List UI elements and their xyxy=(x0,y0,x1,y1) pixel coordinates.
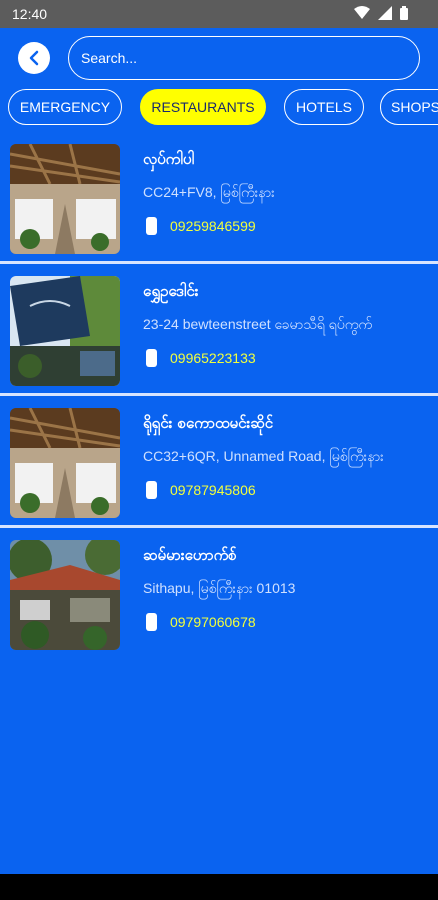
app-screen: EMERGENCY RESTAURANTS HOTELS SHOPS xyxy=(0,28,438,874)
back-button[interactable] xyxy=(18,42,50,74)
tab-hotels[interactable]: HOTELS xyxy=(284,89,364,125)
chevron-left-icon xyxy=(29,50,39,66)
restaurant-photo xyxy=(10,408,120,518)
system-nav-bar xyxy=(0,874,438,900)
phone-icon xyxy=(146,217,157,235)
phone-icon xyxy=(146,481,157,499)
search-input[interactable] xyxy=(69,37,419,79)
restaurant-photo xyxy=(10,276,120,386)
restaurant-photo xyxy=(10,540,120,650)
divider xyxy=(0,261,438,264)
signal-icon xyxy=(378,6,392,20)
tab-label: RESTAURANTS xyxy=(151,99,255,115)
wifi-icon xyxy=(354,6,370,20)
tab-label: EMERGENCY xyxy=(19,99,111,115)
restaurant-name: ရိုရှင်း စကောထမင်းဆိုင် xyxy=(143,414,274,432)
restaurant-address: 23-24 bewteenstreet ခေမာသီရိ ရပ်ကွက် xyxy=(143,316,373,332)
tab-label: SHOPS xyxy=(391,99,438,115)
phone-number[interactable]: 09259846599 xyxy=(170,218,256,234)
category-tabs: EMERGENCY RESTAURANTS HOTELS SHOPS xyxy=(8,89,438,127)
tab-restaurants[interactable]: RESTAURANTS xyxy=(140,89,266,125)
restaurant-name: ဆမ်မားဟောက်စ် xyxy=(143,546,237,564)
phone-number[interactable]: 09797060678 xyxy=(170,614,256,630)
battery-icon xyxy=(400,6,408,20)
tab-label: HOTELS xyxy=(295,99,352,115)
list-item[interactable]: ဆမ်မားဟောက်စ် Sithapu, မြစ်ကြီးနား 01013… xyxy=(0,537,438,667)
search-box xyxy=(68,36,420,80)
tab-emergency[interactable]: EMERGENCY xyxy=(8,89,122,125)
restaurant-photo xyxy=(10,144,120,254)
status-icons xyxy=(354,6,408,20)
phone-number[interactable]: 09787945806 xyxy=(170,482,256,498)
list-item[interactable]: လှပ်ကါပါ CC24+FV8, မြစ်ကြီးနား 092598465… xyxy=(0,141,438,271)
tab-shops[interactable]: SHOPS xyxy=(380,89,438,125)
phone-icon xyxy=(146,613,157,631)
phone-icon xyxy=(146,349,157,367)
restaurant-name: လှပ်ကါပါ xyxy=(143,150,195,168)
status-time: 12:40 xyxy=(12,6,48,22)
divider xyxy=(0,393,438,396)
restaurant-address: Sithapu, မြစ်ကြီးနား 01013 xyxy=(143,580,296,596)
status-bar: 12:40 xyxy=(0,0,438,28)
list-item[interactable]: ရိုရှင်း စကောထမင်းဆိုင် CC32+6QR, Unname… xyxy=(0,405,438,535)
phone-number[interactable]: 09965223133 xyxy=(170,350,256,366)
restaurant-name: ရွှေဥဒေါင်း xyxy=(143,282,199,300)
restaurant-address: CC24+FV8, မြစ်ကြီးနား xyxy=(143,184,275,200)
list-item[interactable]: ရွှေဥဒေါင်း 23-24 bewteenstreet ခေမာသီရိ… xyxy=(0,273,438,403)
restaurant-address: CC32+6QR, Unnamed Road, မြစ်ကြီးနား xyxy=(143,448,384,464)
divider xyxy=(0,525,438,528)
